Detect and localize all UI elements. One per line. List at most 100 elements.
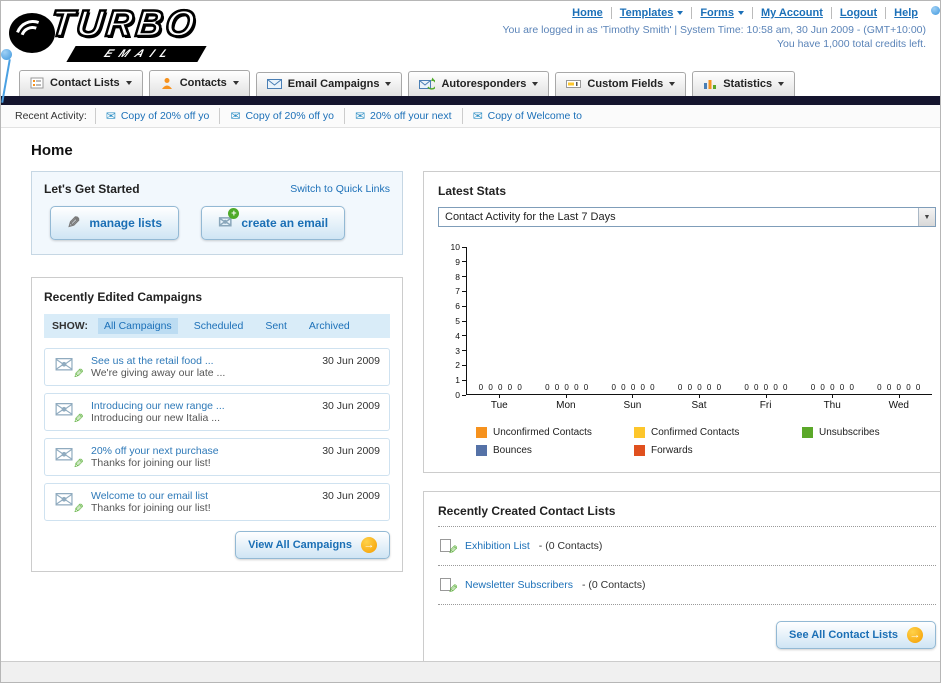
legend-item: Bounces bbox=[476, 445, 634, 456]
legend-swatch bbox=[634, 427, 645, 438]
latest-stats-panel: Latest Stats Contact Activity for the La… bbox=[423, 171, 940, 473]
view-all-campaigns-button[interactable]: View All Campaigns → bbox=[235, 531, 390, 559]
logo-subtitle: EMAIL bbox=[66, 46, 207, 62]
switch-quick-links-link[interactable]: Switch to Quick Links bbox=[290, 183, 390, 195]
envelope-icon: ✉ bbox=[54, 352, 75, 379]
notepad-pencil-icon: ✎ bbox=[440, 577, 458, 596]
chart-plot: 0 0 0 0 0 0 0 0 0 0 0 0 0 0 0 0 0 0 0 0 0 0 … bbox=[466, 247, 932, 395]
chart-x-labels: Tue Mon Sun Sat Fri Thu Wed bbox=[466, 395, 932, 411]
campaign-title-link[interactable]: 20% off your next purchase bbox=[91, 445, 219, 457]
statistics-icon bbox=[704, 80, 717, 89]
contact-list-detail: - (0 Contacts) bbox=[538, 540, 603, 552]
top-nav-link-templates[interactable]: Templates bbox=[610, 7, 692, 19]
top-nav-link-help[interactable]: Help bbox=[885, 7, 926, 19]
chart-y-tick: 6 bbox=[455, 301, 466, 311]
tab-contact-lists[interactable]: Contact Lists bbox=[19, 70, 143, 96]
campaign-list-item[interactable]: ✉ ✎ See us at the retail food ... We're gi… bbox=[44, 348, 390, 386]
recent-activity-bar: Recent Activity: ✉ Copy of 20% off yo ✉ Co… bbox=[1, 105, 940, 128]
caret-down-icon bbox=[232, 81, 239, 85]
top-nav-link-logout[interactable]: Logout bbox=[830, 7, 885, 19]
caret-down-icon bbox=[385, 82, 392, 86]
contact-list-detail: - (0 Contacts) bbox=[581, 579, 646, 591]
recent-activity-item[interactable]: ✉ 20% off your next bbox=[343, 108, 462, 124]
tab-email-campaigns[interactable]: Email Campaigns bbox=[255, 72, 403, 96]
callout-marker-left bbox=[1, 49, 12, 60]
top-nav-label: Help bbox=[894, 7, 918, 19]
campaigns-filter-bar: SHOW: All Campaigns Scheduled Sent Archi… bbox=[44, 314, 390, 338]
speedometer-icon bbox=[9, 13, 55, 53]
create-email-button[interactable]: ✉ + create an email bbox=[201, 206, 346, 240]
stats-period-value: Contact Activity for the Last 7 Days bbox=[445, 211, 616, 223]
tab-statistics[interactable]: Statistics bbox=[692, 71, 796, 96]
see-all-contact-lists-button[interactable]: See All Contact Lists → bbox=[775, 621, 936, 649]
recent-activity-item[interactable]: ✉ Copy of Welcome to bbox=[461, 108, 592, 124]
tab-autoresponders[interactable]: Autoresponders bbox=[408, 71, 550, 96]
campaigns-panel-title: Recently Edited Campaigns bbox=[44, 290, 203, 304]
tab-custom-fields[interactable]: Custom Fields bbox=[555, 72, 687, 96]
chart-y-tick: 5 bbox=[455, 316, 466, 326]
top-navigation: Home Templates Forms My Account Logout H… bbox=[502, 7, 926, 19]
recent-activity-item-label: Copy of 20% off yo bbox=[245, 110, 334, 122]
legend-item: Forwards bbox=[634, 445, 802, 456]
pencil-icon: ✎ bbox=[447, 543, 458, 557]
campaign-list-item[interactable]: ✉ ✎ Welcome to our email list Thanks for j… bbox=[44, 483, 390, 521]
chart-x-label: Mon bbox=[533, 395, 600, 411]
recent-activity-item[interactable]: ✉ Copy of 20% off yo bbox=[219, 108, 344, 124]
caret-down-icon bbox=[532, 81, 539, 86]
chart-y-tick: 0 bbox=[455, 390, 466, 400]
stats-period-select[interactable]: Contact Activity for the Last 7 Days ▼ bbox=[438, 207, 936, 227]
top-nav-label: Forms bbox=[700, 7, 734, 19]
chart-value-group: 0 0 0 0 0 bbox=[877, 383, 921, 392]
contacts-icon bbox=[161, 78, 172, 89]
filter-tab-sent[interactable]: Sent bbox=[259, 318, 293, 334]
contact-list-item[interactable]: ✎ Exhibition List - (0 Contacts) bbox=[438, 531, 936, 561]
tab-contacts[interactable]: Contacts bbox=[148, 70, 250, 96]
recent-activity-item[interactable]: ✉ Copy of 20% off yo bbox=[94, 108, 220, 124]
manage-lists-button[interactable]: ✎ manage lists bbox=[50, 206, 180, 240]
pencil-icon: ✎ bbox=[447, 582, 458, 596]
recent-activity-item-label: Copy of Welcome to bbox=[487, 110, 582, 122]
top-nav-link-forms[interactable]: Forms bbox=[691, 7, 752, 19]
plus-icon: + bbox=[228, 208, 240, 219]
envelope-icon: ✉ bbox=[54, 487, 75, 514]
tab-label: Email Campaigns bbox=[287, 78, 380, 90]
pencil-icon: ✎ bbox=[67, 215, 81, 232]
filter-tab-scheduled[interactable]: Scheduled bbox=[188, 318, 250, 334]
campaign-subtitle: Thanks for joining our list! bbox=[91, 457, 211, 469]
top-nav-link-my-account[interactable]: My Account bbox=[751, 7, 831, 19]
legend-swatch bbox=[802, 427, 813, 438]
pencil-icon: ✎ bbox=[73, 456, 84, 471]
app-logo[interactable]: TURBO EMAIL bbox=[9, 2, 279, 62]
envelope-pencil-icon: ✉ ✎ bbox=[54, 444, 84, 472]
contact-list-name-link[interactable]: Exhibition List bbox=[465, 540, 530, 552]
get-started-panel: Let's Get Started Switch to Quick Links … bbox=[31, 171, 403, 255]
caret-down-icon bbox=[669, 82, 676, 86]
contact-lists-panel-title: Recently Created Contact Lists bbox=[438, 504, 616, 518]
legend-label: Unconfirmed Contacts bbox=[493, 427, 592, 438]
chart-value-group: 0 0 0 0 0 bbox=[677, 383, 722, 392]
credits-info-text: You have 1,000 total credits left. bbox=[776, 38, 926, 50]
envelope-icon: ✉ bbox=[54, 397, 75, 424]
chart-x-label: Thu bbox=[799, 395, 866, 411]
recent-activity-item-label: 20% off your next bbox=[370, 110, 452, 122]
campaign-title-link[interactable]: See us at the retail food ... bbox=[91, 355, 214, 367]
campaign-title-link[interactable]: Welcome to our email list bbox=[91, 490, 208, 502]
chart-value-group: 0 0 0 0 0 bbox=[478, 383, 522, 392]
custom-fields-icon bbox=[566, 80, 582, 88]
legend-label: Unsubscribes bbox=[819, 427, 880, 438]
contact-list-item[interactable]: ✎ Newsletter Subscribers - (0 Contacts) bbox=[438, 570, 936, 600]
chart-y-tick: 1 bbox=[455, 375, 466, 385]
envelope-icon: ✉ bbox=[230, 109, 241, 123]
campaign-title-link[interactable]: Introducing our new range ... bbox=[91, 400, 225, 412]
campaign-subtitle: Thanks for joining our list! bbox=[91, 502, 211, 514]
campaign-list-item[interactable]: ✉ ✎ 20% off your next purchase Thanks for … bbox=[44, 438, 390, 476]
filter-tab-archived[interactable]: Archived bbox=[303, 318, 356, 334]
app-window: TURBO EMAIL Home Templates Forms My Acco… bbox=[0, 0, 941, 683]
envelope-pencil-icon: ✉ ✎ bbox=[54, 487, 84, 517]
top-nav-link-home[interactable]: Home bbox=[564, 7, 611, 19]
envelope-plus-icon: ✉ + bbox=[218, 208, 240, 233]
contact-list-name-link[interactable]: Newsletter Subscribers bbox=[465, 579, 573, 591]
campaign-list-item[interactable]: ✉ ✎ Introducing our new range ... Introduc… bbox=[44, 393, 390, 431]
filter-tab-all-campaigns[interactable]: All Campaigns bbox=[97, 318, 178, 334]
main-content: Home Let's Get Started Switch to Quick L… bbox=[1, 128, 940, 664]
